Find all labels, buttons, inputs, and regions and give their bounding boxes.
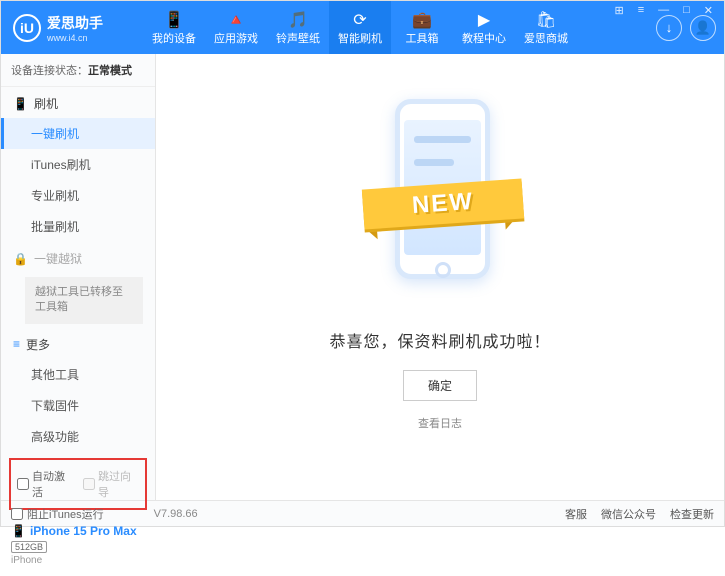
nav-apps-games[interactable]: 🔺应用游戏 bbox=[205, 1, 267, 54]
flash-icon: ⟳ bbox=[353, 10, 366, 30]
sidebar-item-batch-flash[interactable]: 批量刷机 bbox=[1, 211, 155, 242]
phone-icon: 📱 bbox=[11, 524, 26, 538]
main-content: NEW 恭喜您，保资料刷机成功啦！ 确定 查看日志 bbox=[156, 54, 724, 500]
phone-icon: 📱 bbox=[164, 10, 184, 30]
maximize-icon[interactable]: □ bbox=[679, 4, 694, 17]
storage-badge: 512GB bbox=[11, 541, 47, 553]
download-button[interactable]: ↓ bbox=[656, 15, 682, 41]
auto-activate-checkbox[interactable]: 自动激活 bbox=[17, 468, 73, 500]
nav-smart-flash[interactable]: ⟳智能刷机 bbox=[329, 1, 391, 54]
sidebar-item-itunes-flash[interactable]: iTunes刷机 bbox=[1, 149, 155, 180]
nav-toolbox[interactable]: 💼工具箱 bbox=[391, 1, 453, 54]
version-label: V7.98.66 bbox=[154, 508, 198, 520]
user-button[interactable]: 👤 bbox=[690, 15, 716, 41]
sidebar-item-other-tools[interactable]: 其他工具 bbox=[1, 359, 155, 390]
footer-link-wechat[interactable]: 微信公众号 bbox=[601, 506, 656, 522]
phone-icon: 📱 bbox=[13, 97, 28, 111]
toolbox-icon: 💼 bbox=[412, 10, 432, 30]
block-itunes-checkbox[interactable]: 阻止iTunes运行 bbox=[11, 506, 104, 522]
options-box: 自动激活 跳过向导 bbox=[9, 458, 147, 510]
close-icon[interactable]: ✕ bbox=[700, 4, 717, 17]
sidebar-item-advanced[interactable]: 高级功能 bbox=[1, 421, 155, 452]
connection-status: 设备连接状态：正常模式 bbox=[1, 54, 155, 87]
sidebar-item-download-firmware[interactable]: 下载固件 bbox=[1, 390, 155, 421]
brand-name: 爱思助手 bbox=[47, 13, 103, 33]
tutorial-icon: ▶ bbox=[478, 10, 490, 30]
view-log-link[interactable]: 查看日志 bbox=[418, 415, 462, 431]
new-badge: NEW bbox=[362, 178, 524, 229]
nav-ringtones[interactable]: 🎵铃声壁纸 bbox=[267, 1, 329, 54]
section-more[interactable]: ≡ 更多 bbox=[1, 328, 155, 359]
nav-tutorials[interactable]: ▶教程中心 bbox=[453, 1, 515, 54]
section-flash[interactable]: 📱 刷机 bbox=[1, 87, 155, 118]
sidebar-item-oneclick-flash[interactable]: 一键刷机 bbox=[1, 118, 155, 149]
logo-icon: iU bbox=[13, 14, 41, 42]
sidebar-item-pro-flash[interactable]: 专业刷机 bbox=[1, 180, 155, 211]
jailbreak-moved-note: 越狱工具已转移至工具箱 bbox=[25, 277, 143, 324]
grid-icon[interactable]: ⊞ bbox=[610, 4, 627, 17]
lock-icon: 🔒 bbox=[13, 252, 28, 266]
device-type: iPhone bbox=[11, 555, 145, 566]
logo[interactable]: iU 爱思助手 www.i4.cn bbox=[13, 13, 143, 43]
nav-store[interactable]: 🛍爱思商城 bbox=[515, 1, 577, 54]
device-info[interactable]: 📱iPhone 15 Pro Max 512GB iPhone bbox=[1, 516, 155, 576]
top-nav: 📱我的设备 🔺应用游戏 🎵铃声壁纸 ⟳智能刷机 💼工具箱 ▶教程中心 🛍爱思商城 bbox=[143, 1, 577, 54]
list-icon: ≡ bbox=[13, 337, 20, 351]
minimize-icon[interactable]: — bbox=[654, 4, 673, 17]
music-icon: 🎵 bbox=[288, 10, 308, 30]
brand-url: www.i4.cn bbox=[47, 33, 103, 43]
phone-illustration: NEW bbox=[355, 94, 525, 304]
footer-link-update[interactable]: 检查更新 bbox=[670, 506, 714, 522]
section-jailbreak[interactable]: 🔒 一键越狱 bbox=[1, 242, 155, 273]
skip-guide-checkbox[interactable]: 跳过向导 bbox=[83, 468, 139, 500]
apps-icon: 🔺 bbox=[226, 10, 246, 30]
footer-link-support[interactable]: 客服 bbox=[565, 506, 587, 522]
success-message: 恭喜您，保资料刷机成功啦！ bbox=[329, 328, 550, 352]
sidebar: 设备连接状态：正常模式 📱 刷机 一键刷机 iTunes刷机 专业刷机 批量刷机… bbox=[1, 54, 156, 500]
ok-button[interactable]: 确定 bbox=[403, 370, 477, 401]
store-icon: 🛍 bbox=[536, 10, 556, 30]
nav-my-device[interactable]: 📱我的设备 bbox=[143, 1, 205, 54]
menu-icon[interactable]: ≡ bbox=[634, 4, 648, 17]
